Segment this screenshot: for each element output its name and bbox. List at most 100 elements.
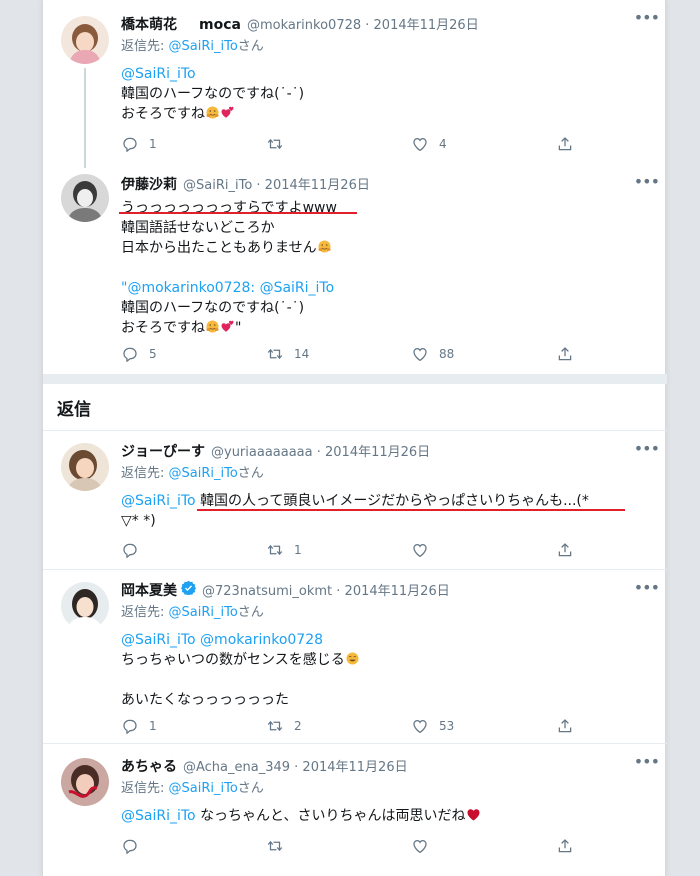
replying-to-link[interactable]: @SaiRi_iTo: [169, 605, 238, 620]
retweet-icon: [266, 345, 284, 363]
retweet-button[interactable]: [266, 837, 411, 855]
tweet-actions: 1: [121, 540, 584, 560]
share-button[interactable]: [556, 345, 584, 363]
section-divider: [43, 374, 667, 384]
share-icon: [556, 837, 574, 855]
more-icon[interactable]: •••: [634, 439, 660, 458]
hugging-face-emoji-icon: [205, 319, 220, 334]
tweet-actions: 1 2 53: [121, 716, 584, 736]
reply-icon: [121, 717, 139, 735]
heart-icon: [411, 837, 429, 855]
display-name[interactable]: 岡本夏美: [121, 580, 177, 600]
handle-date[interactable]: @723natsumi_okmt · 2014年11月26日: [202, 580, 450, 599]
replying-to: 返信先: @SaiRi_iToさん: [121, 605, 264, 620]
mention-link[interactable]: @SaiRi_iTo @mokarinko0728: [121, 630, 655, 650]
tweet-text: @SaiRi_iTo @mokarinko0728 ちっちゃいつの数がセンスを感…: [121, 630, 655, 710]
two-hearts-emoji-icon: [220, 105, 235, 120]
retweet-button[interactable]: 14: [266, 345, 411, 363]
laughing-emoji-icon: [345, 651, 360, 666]
tweet-text: うっっっっっっっすらですよwww 韓国語話せないどころか 日本から出たこともあり…: [121, 198, 655, 338]
handle-date[interactable]: @mokarinko0728 · 2014年11月26日: [247, 14, 479, 33]
retweet-icon: [266, 541, 284, 559]
share-button[interactable]: [556, 135, 584, 153]
mention-link[interactable]: @SaiRi_iTo: [121, 493, 196, 509]
more-icon[interactable]: •••: [634, 752, 660, 771]
heart-icon: [411, 345, 429, 363]
replying-to: 返信先: @SaiRi_iToさん: [121, 466, 264, 481]
mention-link[interactable]: @SaiRi_iTo: [121, 64, 655, 84]
share-button[interactable]: [556, 837, 584, 855]
display-name-extra[interactable]: moca: [199, 17, 241, 33]
tweet-mokarinko[interactable]: 橋本萌花 moca @mokarinko0728 · 2014年11月26日 返…: [43, 0, 667, 168]
like-button[interactable]: 88: [411, 345, 556, 363]
avatar[interactable]: [61, 174, 109, 222]
like-button[interactable]: 53: [411, 717, 556, 735]
red-heart-emoji-icon: [466, 807, 481, 822]
tweet-actions: 1 4: [121, 134, 584, 154]
display-name[interactable]: 伊藤沙莉: [121, 174, 177, 194]
share-button[interactable]: [556, 717, 584, 735]
reply-icon: [121, 541, 139, 559]
tweet-thread-panel: 橋本萌花 moca @mokarinko0728 · 2014年11月26日 返…: [42, 0, 667, 876]
replying-to: 返信先: @SaiRi_iToさん: [121, 781, 264, 796]
share-icon: [556, 135, 574, 153]
verified-badge-icon: [181, 580, 196, 595]
more-icon[interactable]: •••: [634, 8, 660, 27]
share-icon: [556, 541, 574, 559]
reply-icon: [121, 345, 139, 363]
display-name[interactable]: あちゃる: [121, 756, 177, 776]
replying-to-link[interactable]: @SaiRi_iTo: [169, 39, 238, 54]
tweet-actions: 5 14 88: [121, 344, 584, 364]
handle-date[interactable]: @Acha_ena_349 · 2014年11月26日: [183, 756, 408, 775]
retweet-icon: [266, 837, 284, 855]
reply-icon: [121, 837, 139, 855]
display-name[interactable]: ジョーぴーす: [121, 441, 205, 461]
two-hearts-emoji-icon: [220, 319, 235, 334]
avatar[interactable]: [61, 758, 109, 806]
like-button[interactable]: [411, 541, 556, 559]
more-icon[interactable]: •••: [634, 172, 660, 191]
tweet-acha[interactable]: あちゃる @Acha_ena_349 · 2014年11月26日 返信先: @S…: [43, 744, 667, 876]
hugging-face-emoji-icon: [317, 239, 332, 254]
red-underline-annotation: [197, 509, 625, 511]
retweet-button[interactable]: [266, 135, 411, 153]
reply-button[interactable]: [121, 541, 266, 559]
tweet-text: @SaiRi_iTo 韓国のハーフなのですね(˙-˙) おそろですね: [121, 64, 655, 124]
avatar[interactable]: [61, 582, 109, 630]
like-button[interactable]: [411, 837, 556, 855]
share-button[interactable]: [556, 541, 584, 559]
handle-date[interactable]: @yuriaaaaaaaa · 2014年11月26日: [211, 441, 430, 460]
retweet-icon: [266, 717, 284, 735]
thread-line: [84, 68, 86, 168]
heart-icon: [411, 717, 429, 735]
retweet-button[interactable]: 2: [266, 717, 411, 735]
quoted-mention-link[interactable]: "@mokarinko0728: @SaiRi_iTo: [121, 278, 655, 298]
display-name[interactable]: 橋本萌花: [121, 14, 177, 34]
tweet-natsumi[interactable]: 岡本夏美 @723natsumi_okmt · 2014年11月26日 返信先:…: [43, 570, 667, 744]
replying-to-link[interactable]: @SaiRi_iTo: [169, 781, 238, 796]
more-icon[interactable]: •••: [634, 578, 660, 597]
tweet-text: @SaiRi_iTo 韓国の人って頭良いイメージだからやっぱさいりちゃんも...…: [121, 493, 589, 529]
share-icon: [556, 717, 574, 735]
tweet-yuriaaaa[interactable]: ジョーぴーす @yuriaaaaaaaa · 2014年11月26日 返信先: …: [43, 430, 667, 570]
reply-button[interactable]: 1: [121, 717, 266, 735]
mention-link[interactable]: @SaiRi_iTo: [121, 808, 196, 824]
reply-button[interactable]: [121, 837, 266, 855]
handle-date[interactable]: @SaiRi_iTo · 2014年11月26日: [183, 174, 370, 193]
share-icon: [556, 345, 574, 363]
heart-icon: [411, 541, 429, 559]
replies-heading: 返信: [57, 400, 91, 420]
tweet-text: @SaiRi_iTo なっちゃんと、さいりちゃんは両思いだね: [121, 806, 655, 826]
tweet-sairi[interactable]: 伊藤沙莉 @SaiRi_iTo · 2014年11月26日 うっっっっっっっすら…: [43, 164, 667, 374]
reply-button[interactable]: 1: [121, 135, 266, 153]
like-button[interactable]: 4: [411, 135, 556, 153]
tweet-actions: [121, 836, 584, 856]
avatar[interactable]: [61, 16, 109, 64]
hugging-face-emoji-icon: [205, 105, 220, 120]
reply-icon: [121, 135, 139, 153]
avatar[interactable]: [61, 443, 109, 491]
replying-to-link[interactable]: @SaiRi_iTo: [169, 466, 238, 481]
retweet-button[interactable]: 1: [266, 541, 411, 559]
red-underline-annotation: [119, 212, 357, 214]
reply-button[interactable]: 5: [121, 345, 266, 363]
